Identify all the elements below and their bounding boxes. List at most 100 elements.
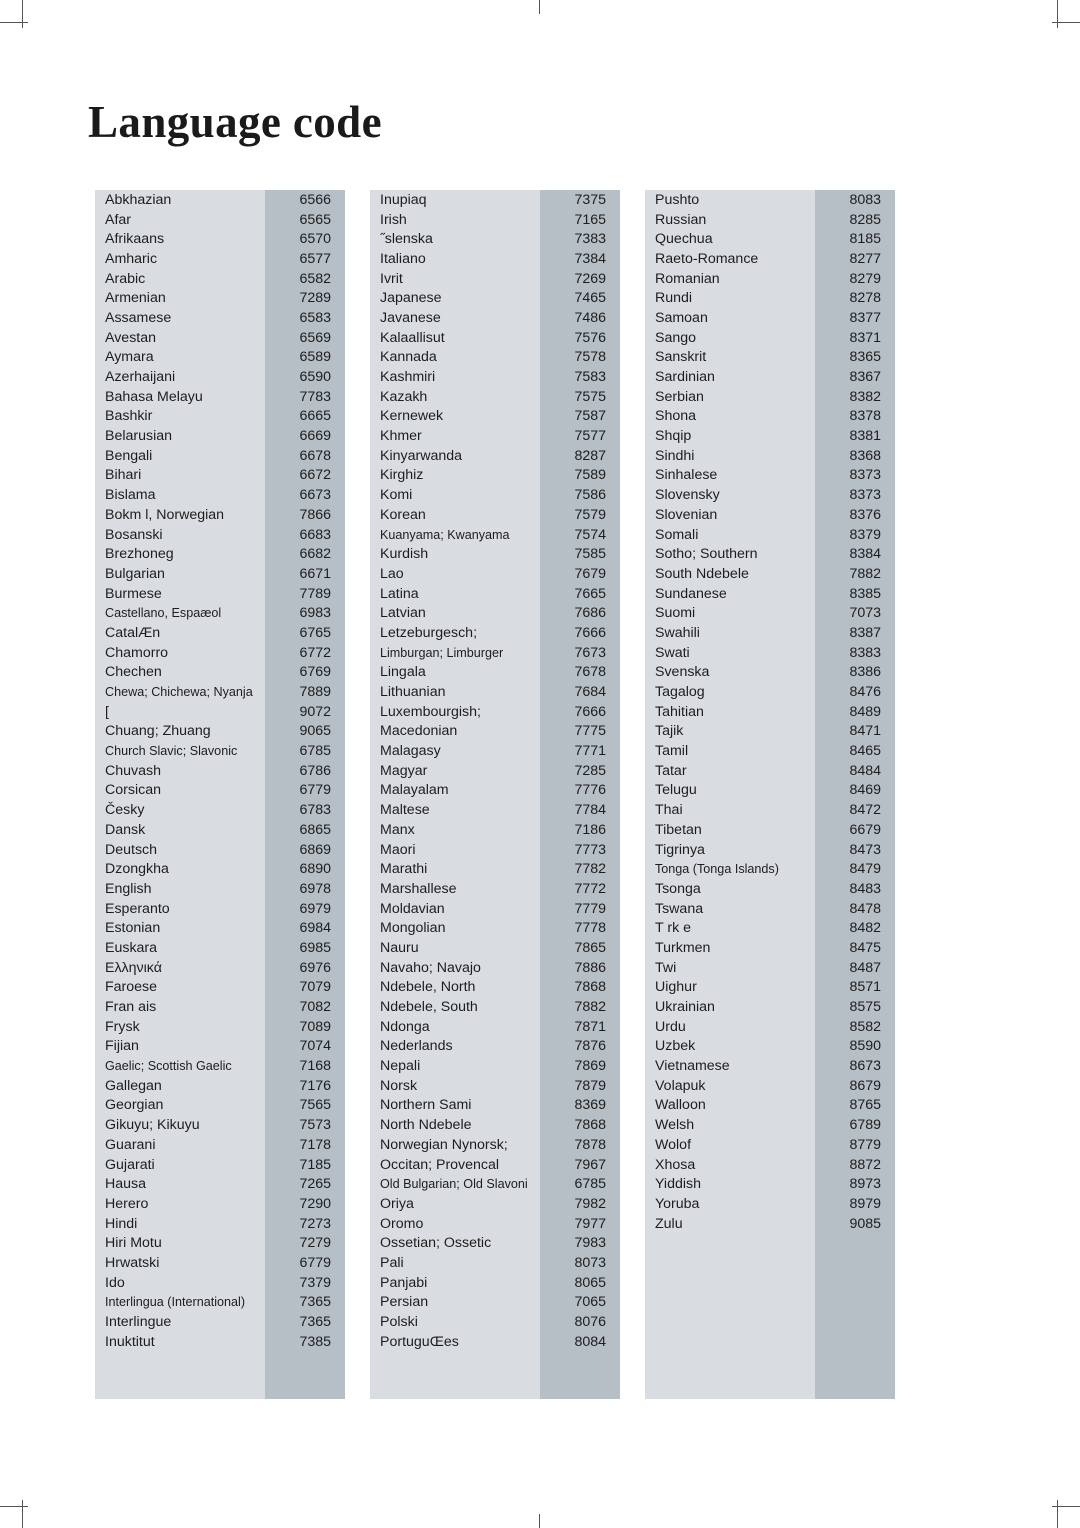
table-row: Yoruba 8979	[645, 1194, 895, 1214]
crop-mark-bottom-right-vertical	[1057, 1500, 1058, 1528]
language-code-cell: 7089	[265, 1016, 345, 1037]
language-code-cell: 6665	[265, 406, 345, 427]
table-row: Brezhoneg 6682	[95, 544, 345, 565]
language-name-cell: Maori	[370, 839, 540, 860]
table-row: Persian 7065	[370, 1292, 620, 1313]
language-name-cell: Česky	[95, 800, 265, 820]
table-row: English 6978	[95, 879, 345, 899]
language-code-cell: 6769	[265, 662, 345, 683]
language-code-cell: 6985	[265, 938, 345, 958]
language-name-cell: Norsk	[370, 1075, 540, 1096]
language-name-cell: Tonga (Tonga Islands)	[645, 859, 815, 880]
language-name-cell: Swati	[645, 642, 815, 663]
language-code-cell: 7871	[540, 1016, 620, 1037]
language-name-cell: Guarani	[95, 1135, 265, 1155]
language-code-cell: 8278	[815, 288, 895, 309]
language-code-cell: 7679	[540, 564, 620, 584]
table-row: Swahili 8387	[645, 623, 895, 643]
language-name-cell: Inupiaq	[370, 190, 540, 210]
language-code-cell: 8471	[815, 721, 895, 742]
language-code-cell: 7868	[540, 977, 620, 998]
language-name-cell: Panjabi	[370, 1272, 540, 1293]
table-row: Latina 7665	[370, 583, 620, 604]
language-code-cell: 7882	[815, 564, 895, 584]
table-row: Aymara 6589	[95, 347, 345, 368]
language-code-cell: 7465	[540, 288, 620, 309]
filler-code-area	[815, 1233, 895, 1400]
language-name-cell: Welsh	[645, 1115, 815, 1135]
language-name-cell: Nauru	[370, 938, 540, 958]
language-name-cell: Irish	[370, 209, 540, 230]
table-row: Sango 8371	[645, 327, 895, 348]
table-row: Afrikaans 6570	[95, 229, 345, 250]
language-code-cell: 8373	[815, 485, 895, 505]
language-code-cell: 8484	[815, 760, 895, 781]
language-name-cell: Norwegian Nynorsk;	[370, 1135, 540, 1155]
language-code-cell: 6583	[265, 308, 345, 328]
table-row: Ndebele, South 7882	[370, 997, 620, 1017]
language-name-cell: North Ndebele	[370, 1115, 540, 1135]
language-code-cell: 7778	[540, 918, 620, 939]
language-name-cell: Navaho; Navajo	[370, 957, 540, 978]
table-row: Bahasa Melayu 7783	[95, 386, 345, 407]
language-name-cell: Kashmiri	[370, 367, 540, 387]
table-row: Kazakh 7575	[370, 386, 620, 407]
table-row: Ossetian; Ossetic 7983	[370, 1233, 620, 1254]
table-row: Raeto-Romance 8277	[645, 249, 895, 269]
language-code-cell: 7575	[540, 386, 620, 407]
language-name-cell: Georgian	[95, 1095, 265, 1116]
language-name-cell: Svenska	[645, 662, 815, 683]
language-code-cell: 7775	[540, 721, 620, 742]
language-name-cell: Tatar	[645, 760, 815, 781]
language-name-cell: Pali	[370, 1253, 540, 1273]
language-code-cell: 8373	[815, 465, 895, 486]
language-code-cell: 8469	[815, 780, 895, 801]
table-row: Letzeburgesch; 7666	[370, 623, 620, 643]
table-row: Azerhaijani 6590	[95, 367, 345, 387]
language-code-cell: 7379	[265, 1272, 345, 1293]
language-name-cell: Ivrit	[370, 268, 540, 289]
language-code-cell: 6673	[265, 485, 345, 505]
table-row: Ndonga 7871	[370, 1016, 620, 1037]
language-code-cell: 8073	[540, 1253, 620, 1273]
table-row: Khmer 7577	[370, 426, 620, 446]
language-code-cell: 6672	[265, 465, 345, 486]
table-row: Kalaallisut 7576	[370, 327, 620, 348]
table-row: Sanskrit 8365	[645, 347, 895, 368]
language-code-cell: 8381	[815, 426, 895, 446]
language-name-cell: Marathi	[370, 859, 540, 880]
language-code-cell: 8465	[815, 741, 895, 761]
table-row: Bihari 6672	[95, 465, 345, 486]
language-code-cell: 7186	[540, 820, 620, 840]
table-row: Sindhi 8368	[645, 445, 895, 466]
language-name-cell: Letzeburgesch;	[370, 623, 540, 643]
table-row: Frysk 7089	[95, 1016, 345, 1037]
language-code-cell: 7178	[265, 1135, 345, 1155]
table-row: Bislama 6673	[95, 485, 345, 505]
language-code-cell: 8384	[815, 544, 895, 565]
table-row: Serbian 8382	[645, 386, 895, 407]
language-name-cell: Polski	[370, 1312, 540, 1332]
language-name-cell: Tigrinya	[645, 839, 815, 860]
language-code-cell: 7289	[265, 288, 345, 309]
language-code-cell: 6783	[265, 800, 345, 820]
language-code-cell: 7165	[540, 209, 620, 230]
table-row: Kernewek 7587	[370, 406, 620, 427]
language-name-cell: Herero	[95, 1194, 265, 1214]
language-name-cell: Interlingue	[95, 1312, 265, 1332]
language-code-cell: 8369	[540, 1095, 620, 1116]
language-code-cell: 9085	[815, 1213, 895, 1234]
language-code-cell: 7578	[540, 347, 620, 368]
table-row: Armenian 7289	[95, 288, 345, 309]
table-row: Gallegan 7176	[95, 1075, 345, 1096]
table-row: Malayalam 7776	[370, 780, 620, 801]
language-name-cell: Aymara	[95, 347, 265, 368]
language-name-cell: Chuvash	[95, 760, 265, 781]
language-code-cell: 6978	[265, 879, 345, 899]
language-name-cell: Samoan	[645, 308, 815, 328]
crop-mark-bottom-left-vertical	[22, 1500, 23, 1528]
language-code-cell: 7486	[540, 308, 620, 328]
language-rows: Pushto 8083 Russian 8285 Quechua 8185 Raeto-Ro…	[645, 190, 895, 1234]
language-name-cell: Maltese	[370, 800, 540, 820]
table-row: Latvian 7686	[370, 603, 620, 624]
